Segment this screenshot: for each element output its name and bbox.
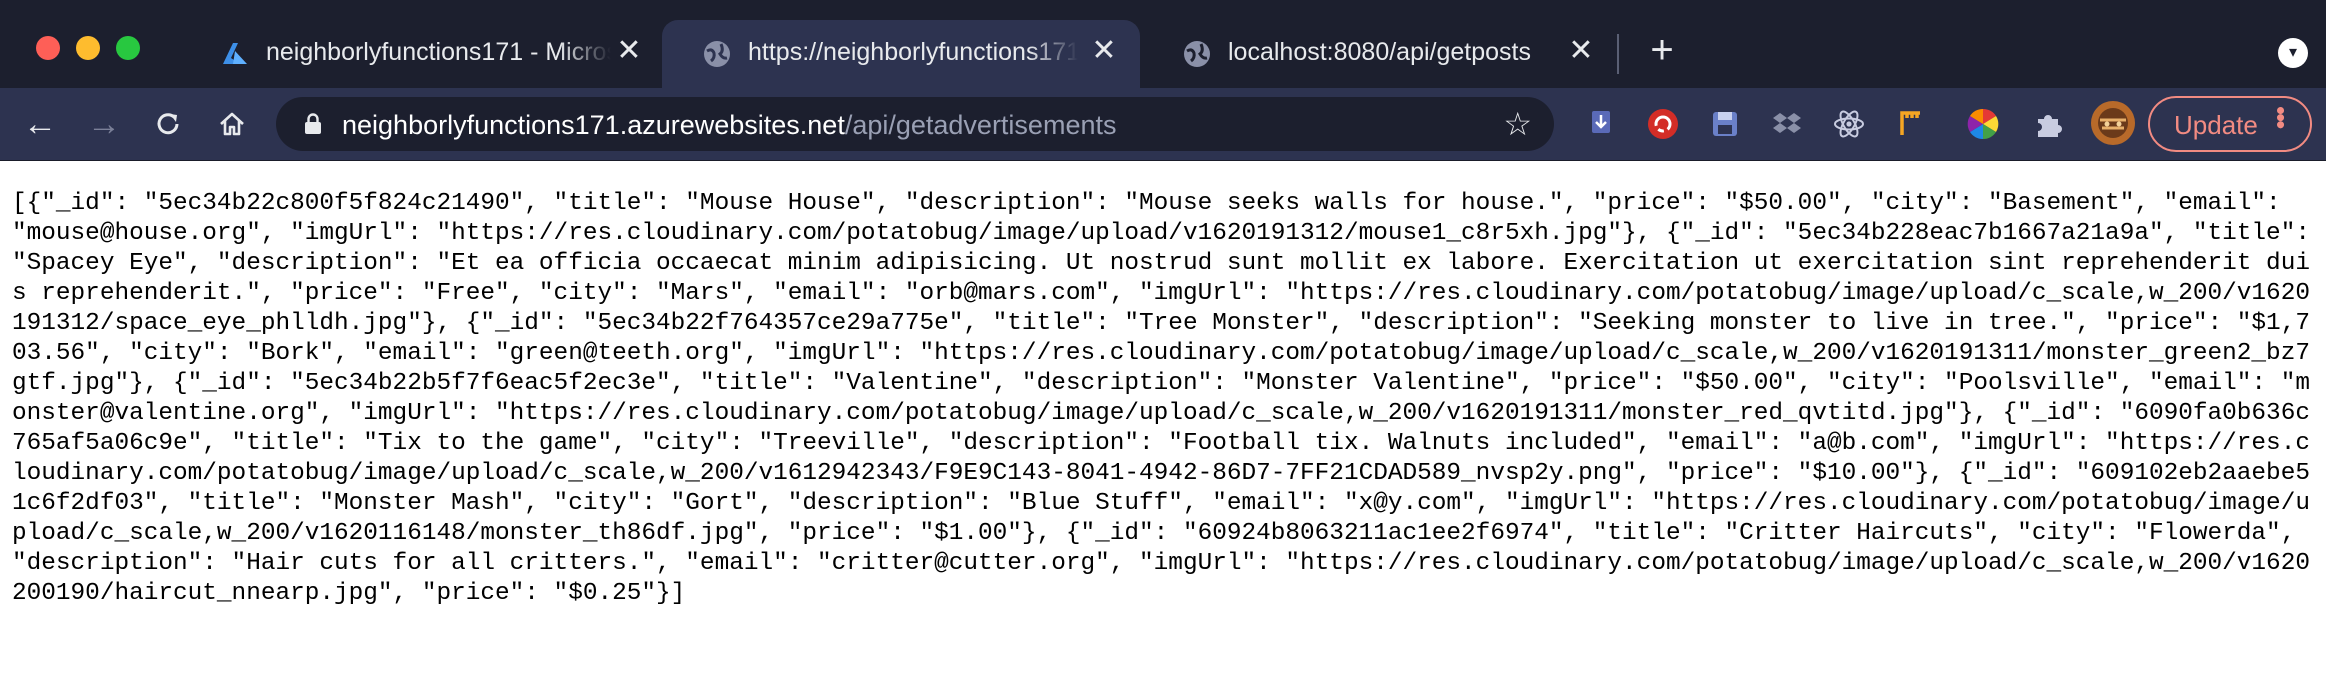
tab-localhost-getposts[interactable]: localhost:8080/api/getposts ✕ [1142,20,1612,88]
color-picker-extension-icon[interactable] [1966,107,2000,141]
lock-icon[interactable] [302,113,324,135]
window-close-button[interactable] [36,36,60,60]
update-button[interactable]: Update ••• [2148,96,2312,152]
window-zoom-button[interactable] [116,36,140,60]
tab-close-button[interactable]: ✕ [1564,34,1598,68]
more-menu-icon[interactable]: ••• [2265,106,2296,127]
react-devtools-icon[interactable] [1832,107,1866,141]
globe-icon [1184,41,1210,67]
tab-title: neighborlyfunctions171 - Microsoft Azure [266,38,611,66]
tab-azure-portal[interactable]: neighborlyfunctions171 - Microsoft Azure… [180,20,660,88]
tab-getadvertisements[interactable]: https://neighborlyfunctions171.azurewebs… [662,20,1140,88]
address-bar[interactable]: neighborlyfunctions171.azurewebsites.net… [276,97,1554,151]
tab-strip: neighborlyfunctions171 - Microsoft Azure… [0,0,2326,88]
measure-extension-icon[interactable] [1894,107,1928,141]
chevron-down-icon[interactable]: ▾ [2278,38,2308,68]
avatar[interactable] [2090,100,2136,146]
tab-title: localhost:8080/api/getposts [1228,38,1531,66]
window-minimize-button[interactable] [76,36,100,60]
url-path: /api/getadvertisements [844,110,1117,140]
update-label: Update [2174,110,2258,140]
lastpass-extension-icon[interactable] [1646,107,1680,141]
reload-button[interactable] [146,102,190,146]
new-tab-button[interactable]: + [1642,30,1682,70]
tab-close-button[interactable]: ✕ [1087,34,1121,68]
extensions-puzzle-icon[interactable] [2032,107,2066,141]
browser-toolbar: ← → neighborlyfunctions171.azurewebsites… [0,88,2326,161]
url-host: neighborlyfunctions171.azurewebsites.net [342,110,845,140]
forward-button[interactable]: → [82,102,126,146]
tab-title: https://neighborlyfunctions171.azurewebs… [748,38,1078,66]
reload-icon [157,113,179,135]
home-icon [220,112,244,136]
azure-icon [223,43,247,64]
download-extension-icon[interactable] [1584,107,1618,141]
back-button[interactable]: ← [18,102,62,146]
bookmark-star-icon[interactable]: ☆ [1503,105,1532,143]
json-response-body: [{"_id": "5ec34b22c800f5f824c21490", "ti… [12,190,2325,607]
dropbox-extension-icon[interactable] [1770,107,1804,141]
tab-separator [1617,34,1619,74]
tab-close-button[interactable]: ✕ [612,34,646,68]
url-text: neighborlyfunctions171.azurewebsites.net… [342,110,1116,141]
home-button[interactable] [210,102,254,146]
globe-icon [704,41,730,67]
page-content: [{"_id": "5ec34b22c800f5f824c21490", "ti… [0,161,2326,676]
save-extension-icon[interactable] [1708,107,1742,141]
